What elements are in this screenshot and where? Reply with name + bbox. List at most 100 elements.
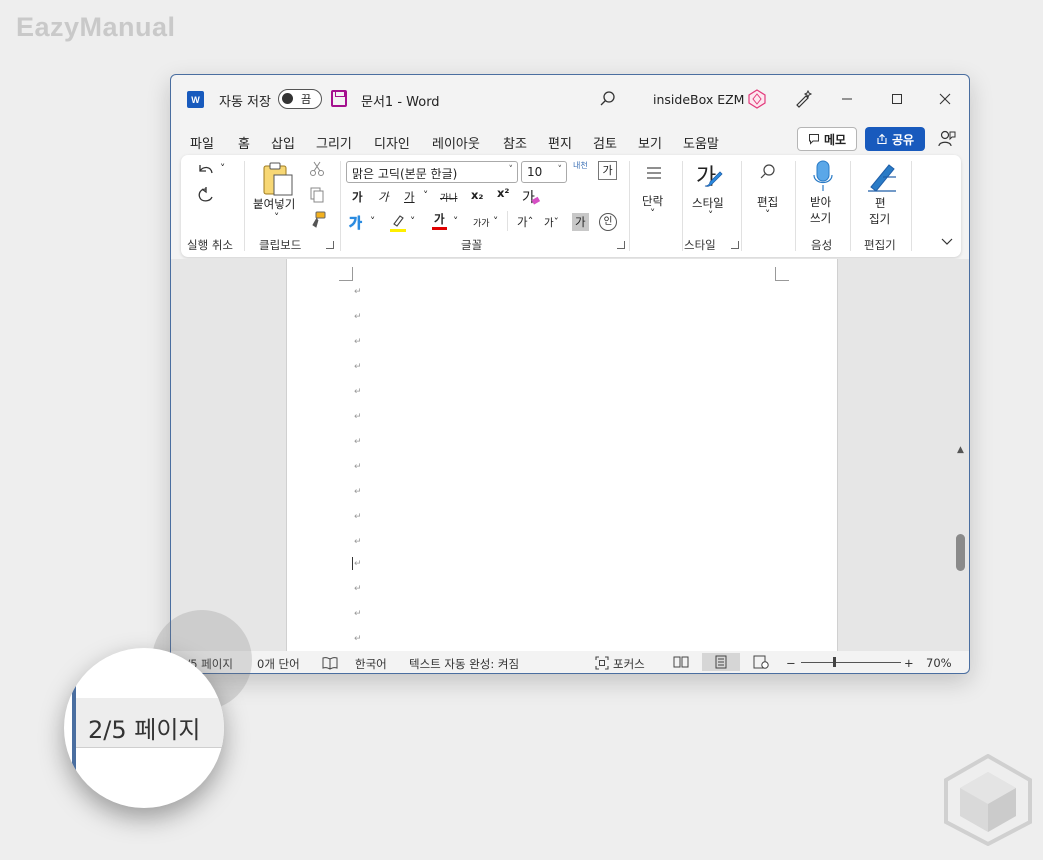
- focus-label[interactable]: 포커스: [613, 656, 645, 672]
- language-status[interactable]: 한국어: [355, 656, 387, 672]
- styles-label[interactable]: 스타일: [692, 195, 724, 211]
- scroll-up-arrow-icon[interactable]: ▲: [957, 445, 964, 455]
- read-mode-button[interactable]: [671, 653, 691, 671]
- paste-clipboard-icon[interactable]: [261, 161, 295, 199]
- italic-button[interactable]: 가: [378, 189, 389, 205]
- editor-label-1[interactable]: 편: [875, 195, 886, 211]
- tab-help[interactable]: 도움말: [683, 133, 719, 152]
- highlighter-dropdown-icon[interactable]: ˅: [410, 216, 415, 228]
- designer-pen-icon[interactable]: [793, 89, 813, 109]
- format-painter-icon[interactable]: [309, 211, 327, 229]
- paragraph-mark: ↵: [354, 337, 362, 347]
- undo-dropdown-icon[interactable]: ˅: [220, 163, 225, 175]
- zoom-slider-track[interactable]: [801, 662, 901, 663]
- vertical-scrollbar-thumb[interactable]: [956, 534, 965, 571]
- copy-icon[interactable]: [309, 187, 325, 203]
- paragraph-label[interactable]: 단락: [642, 193, 663, 209]
- editor-label-2[interactable]: 집기: [869, 211, 890, 227]
- undo-icon[interactable]: [195, 161, 217, 179]
- share-button[interactable]: 공유: [865, 127, 925, 151]
- close-button[interactable]: [933, 87, 957, 111]
- grow-font-button[interactable]: 가ˆ: [517, 214, 533, 230]
- underline-dropdown-icon[interactable]: ˅: [423, 190, 428, 202]
- paragraph-icon[interactable]: [645, 165, 663, 181]
- char-border-button[interactable]: 가: [598, 161, 617, 180]
- style-dialog-launcher-icon[interactable]: [731, 241, 739, 249]
- dictate-label-1[interactable]: 받아: [810, 194, 831, 210]
- tab-home[interactable]: 홈: [238, 133, 250, 157]
- font-color-dropdown-icon[interactable]: ˅: [453, 216, 458, 228]
- autosave-toggle[interactable]: 끔: [278, 89, 322, 109]
- char-shading-button[interactable]: 가: [572, 213, 589, 231]
- comments-button[interactable]: 메모: [797, 127, 857, 151]
- paragraph-dropdown-icon[interactable]: ˅: [650, 208, 655, 220]
- find-icon[interactable]: [759, 163, 777, 181]
- phonetic-guide-button[interactable]: 가가: [473, 216, 490, 229]
- group-separator: [795, 161, 796, 251]
- tab-mailings[interactable]: 편지: [548, 133, 572, 152]
- coauthoring-icon[interactable]: [937, 129, 957, 149]
- subscript-button[interactable]: x₂: [471, 188, 483, 202]
- enclose-characters-button[interactable]: 인: [599, 213, 617, 231]
- proofing-book-icon[interactable]: [322, 656, 338, 670]
- text-effects-dropdown-icon[interactable]: ˅: [370, 216, 375, 228]
- print-layout-button[interactable]: [702, 653, 740, 671]
- comment-icon: [808, 134, 819, 145]
- editor-pen-icon[interactable]: [865, 159, 899, 193]
- word-window: W 자동 저장 끔 문서1 - Word insideBox EZM 파일 홈 …: [170, 74, 970, 674]
- underline-button[interactable]: 가: [404, 189, 415, 205]
- chevron-down-icon: ˅: [508, 165, 514, 175]
- hanja-convert-button[interactable]: 내천: [573, 161, 588, 170]
- zoom-in-button[interactable]: +: [904, 656, 914, 670]
- editing-dropdown-icon[interactable]: ˅: [765, 209, 770, 221]
- maximize-button[interactable]: [885, 87, 909, 111]
- cut-icon[interactable]: [309, 161, 325, 177]
- web-layout-button[interactable]: [751, 653, 771, 671]
- microphone-icon[interactable]: [812, 159, 834, 193]
- collapse-ribbon-chevron-icon[interactable]: [941, 237, 953, 247]
- paragraph-mark: ↵: [354, 537, 362, 547]
- account-avatar-icon[interactable]: [747, 89, 767, 109]
- highlighter-icon[interactable]: [389, 213, 407, 233]
- phonetic-dropdown-icon[interactable]: ˅: [493, 216, 498, 228]
- editing-label[interactable]: 편집: [757, 194, 778, 210]
- bold-button[interactable]: 가: [352, 189, 363, 205]
- tab-file[interactable]: 파일: [190, 133, 214, 152]
- tab-design[interactable]: 디자인: [374, 133, 410, 152]
- tab-draw[interactable]: 그리기: [316, 133, 352, 152]
- word-app-icon: W: [187, 91, 204, 108]
- clipboard-dialog-launcher-icon[interactable]: [326, 241, 334, 249]
- tab-layout[interactable]: 레이아웃: [432, 133, 480, 152]
- paste-dropdown-icon[interactable]: ˅: [274, 212, 279, 224]
- zoom-level[interactable]: 70%: [926, 656, 952, 670]
- font-color-button[interactable]: 가: [432, 212, 447, 230]
- tab-insert[interactable]: 삽입: [271, 133, 295, 152]
- autocomplete-status[interactable]: 텍스트 자동 완성: 켜짐: [409, 656, 519, 672]
- tab-references[interactable]: 참조: [503, 133, 527, 152]
- zoom-slider-thumb[interactable]: [833, 657, 836, 667]
- account-name[interactable]: insideBox EZM: [653, 92, 744, 107]
- search-icon[interactable]: [599, 90, 617, 108]
- save-icon[interactable]: [331, 90, 347, 107]
- shrink-font-button[interactable]: 가ˇ: [544, 215, 559, 230]
- font-name-select[interactable]: 맑은 고딕(본문 한글) ˅: [346, 161, 518, 183]
- document-page[interactable]: ↵ ↵ ↵ ↵ ↵ ↵ ↵ ↵ ↵ ↵ ↵ ↵ ↵ ↵ ↵: [286, 259, 838, 651]
- redo-icon[interactable]: [195, 186, 217, 206]
- styles-dropdown-icon[interactable]: ˅: [708, 210, 713, 222]
- focus-icon[interactable]: [595, 656, 609, 670]
- paragraph-mark: ↵: [354, 584, 362, 594]
- strikethrough-button[interactable]: 가나: [440, 190, 457, 204]
- word-count[interactable]: 0개 단어: [257, 656, 300, 672]
- font-size-select[interactable]: 10 ˅: [521, 161, 567, 183]
- dictate-label-2[interactable]: 쓰기: [810, 210, 831, 226]
- paste-label[interactable]: 붙여넣기: [253, 196, 295, 212]
- superscript-button[interactable]: x²: [497, 186, 509, 200]
- zoom-out-button[interactable]: −: [786, 656, 796, 670]
- eraser-icon: [531, 196, 541, 205]
- tab-view[interactable]: 보기: [638, 133, 662, 152]
- font-dialog-launcher-icon[interactable]: [617, 241, 625, 249]
- magnifier-callout: 2/5 페이지: [64, 648, 224, 808]
- minimize-button[interactable]: [835, 87, 859, 111]
- tab-review[interactable]: 검토: [593, 133, 617, 152]
- text-effects-button[interactable]: 가: [349, 213, 362, 233]
